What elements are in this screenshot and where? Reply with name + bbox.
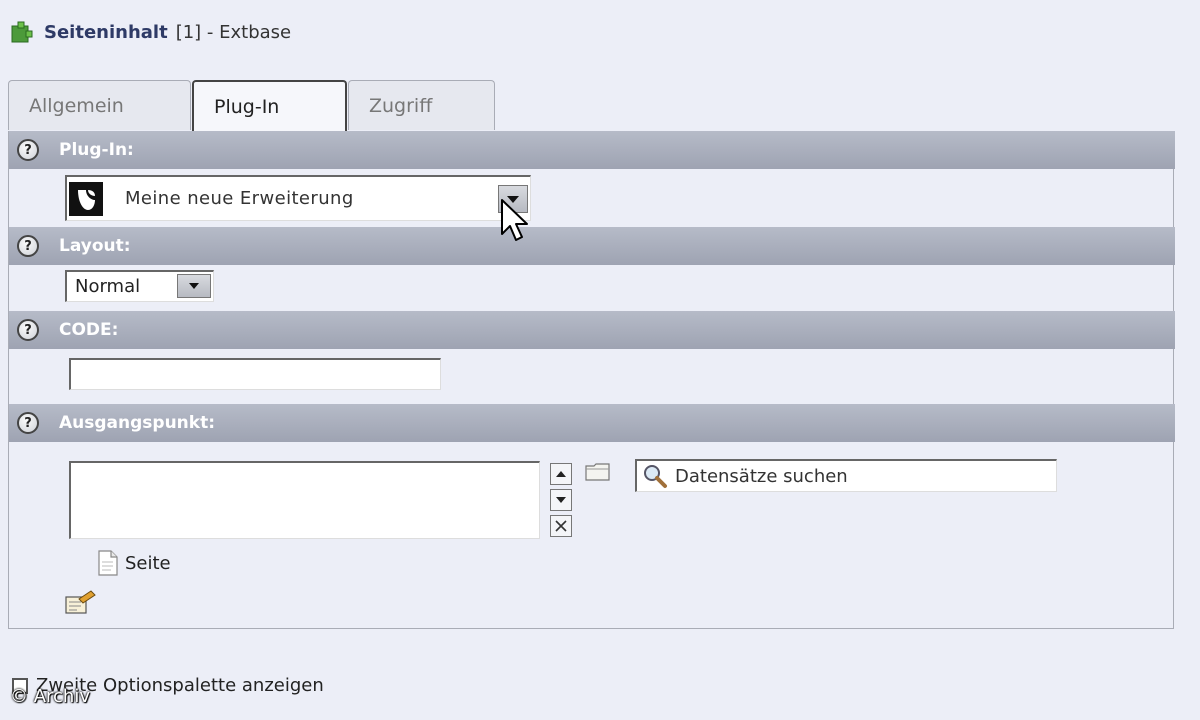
tab-zugriff[interactable]: Zugriff [348, 80, 495, 130]
help-icon[interactable]: ? [17, 139, 39, 161]
plugin-select[interactable]: Meine neue Erweiterung [65, 175, 531, 221]
remove-button[interactable] [550, 515, 572, 537]
edit-record-icon[interactable] [65, 589, 97, 615]
help-icon[interactable]: ? [17, 235, 39, 257]
move-up-button[interactable] [550, 463, 572, 485]
section-label-ausgangspunkt: Ausgangspunkt: [59, 413, 216, 433]
mouse-cursor-icon [501, 199, 528, 241]
tab-bar: Allgemein Plug-In Zugriff [8, 80, 496, 132]
help-icon[interactable]: ? [17, 319, 39, 341]
record-type-label: Seite [125, 552, 171, 574]
record-type-page[interactable]: Seite [97, 550, 171, 576]
section-header-ausgangspunkt: ? Ausgangspunkt: [9, 404, 1175, 442]
plugin-icon [11, 21, 33, 43]
page-icon [98, 550, 118, 576]
code-input[interactable] [69, 358, 441, 390]
section-label-plugin: Plug-In: [59, 140, 134, 160]
page-header: Seiteninhalt [1] - Extbase [10, 20, 291, 44]
section-header-plugin: ? Plug-In: [9, 131, 1175, 169]
help-icon[interactable]: ? [17, 412, 39, 434]
record-search-box[interactable]: Datensätze suchen [635, 459, 1057, 492]
watermark: © Archiv [10, 686, 90, 707]
tab-plugin[interactable]: Plug-In [192, 80, 347, 132]
plugin-select-value: Meine neue Erweiterung [125, 188, 354, 209]
move-down-button[interactable] [550, 489, 572, 511]
section-label-layout: Layout: [59, 236, 131, 256]
typo3-icon [69, 181, 103, 216]
record-list-box[interactable] [69, 461, 540, 539]
tab-content-panel: ? Plug-In: Meine neue Erweiterung ? Layo… [8, 131, 1175, 629]
page-title: Seiteninhalt [44, 21, 168, 43]
page-subtitle: [1] - Extbase [175, 21, 292, 43]
layout-dropdown-button[interactable] [177, 274, 211, 298]
record-search-text: Datensätze suchen [675, 465, 848, 487]
section-header-layout: ? Layout: [9, 227, 1175, 265]
folder-icon[interactable] [585, 462, 611, 482]
close-icon [555, 520, 567, 532]
arrow-down-icon [556, 497, 566, 503]
layout-select[interactable]: Normal [65, 270, 214, 302]
tab-allgemein[interactable]: Allgemein [8, 80, 191, 130]
section-label-code: CODE: [59, 320, 119, 340]
layout-select-value: Normal [75, 276, 141, 297]
chevron-down-icon [189, 283, 199, 289]
arrow-up-icon [556, 471, 566, 477]
search-icon [644, 465, 667, 488]
section-header-code: ? CODE: [9, 311, 1175, 349]
